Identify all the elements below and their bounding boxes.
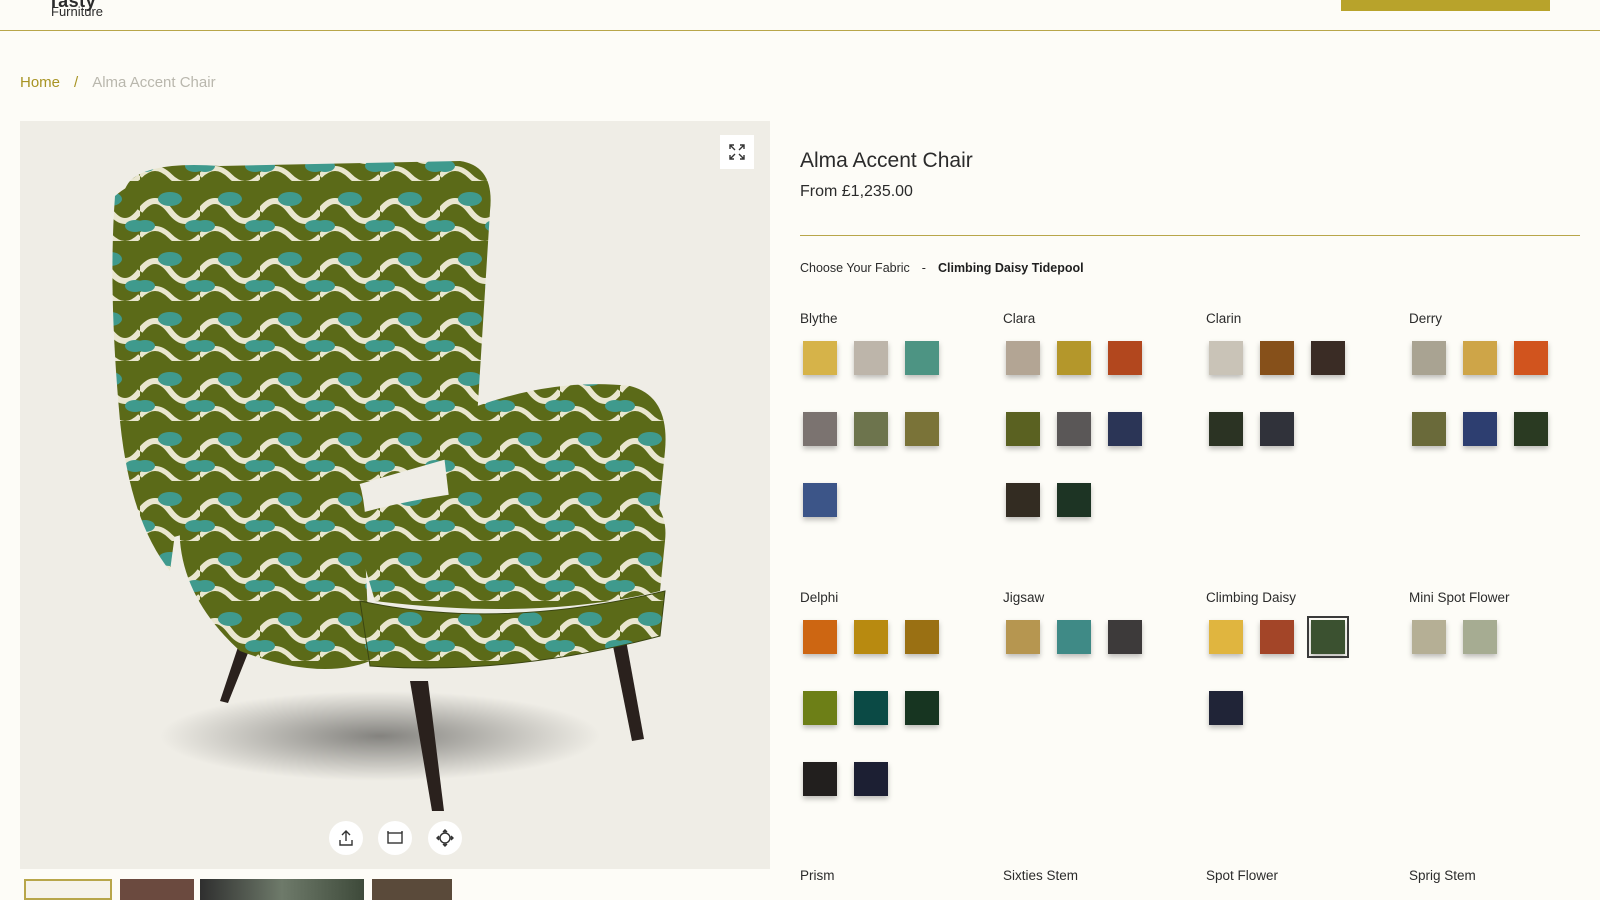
- fabric-selected-name: Climbing Daisy Tidepool: [937, 261, 1084, 275]
- fabric-swatch[interactable]: [854, 691, 888, 725]
- fabric-group-name: Mini Spot Flower: [1409, 590, 1510, 605]
- expand-icon: [729, 144, 745, 160]
- info-divider: [800, 235, 1580, 236]
- fabric-group-name: Climbing Daisy: [1206, 590, 1297, 605]
- fabric-selection-line: Choose Your Fabric - Climbing Daisy Tidepo…: [800, 261, 1084, 275]
- fabric-swatch[interactable]: [1209, 620, 1243, 654]
- fabric-swatch[interactable]: [1412, 412, 1446, 446]
- fabric-swatch[interactable]: [1006, 341, 1040, 375]
- logo-sub-text[interactable]: Furniture: [51, 4, 103, 19]
- breadcrumb-current: Alma Accent Chair: [92, 74, 216, 91]
- fabric-group: Mini Spot Flower: [1409, 590, 1600, 654]
- fabric-group: Climbing Daisy: [1206, 590, 1406, 725]
- view-3d-button[interactable]: [428, 821, 462, 855]
- fabric-group: Derry: [1409, 311, 1600, 446]
- fabric-swatch[interactable]: [1260, 412, 1294, 446]
- fabric-swatch[interactable]: [1108, 412, 1142, 446]
- top-header: Tasty Furniture: [0, 0, 1600, 31]
- fabric-swatch[interactable]: [1057, 620, 1091, 654]
- fabric-swatch[interactable]: [1057, 341, 1091, 375]
- fabric-group-name: Derry: [1409, 311, 1442, 326]
- fabric-swatch[interactable]: [803, 483, 837, 517]
- fabric-swatch[interactable]: [905, 412, 939, 446]
- fabric-swatch[interactable]: [1209, 341, 1243, 375]
- fabric-swatch[interactable]: [1209, 412, 1243, 446]
- thumbnail-1[interactable]: [24, 879, 112, 900]
- fabric-group: Jigsaw: [1003, 590, 1203, 654]
- fabric-swatch[interactable]: [1108, 620, 1142, 654]
- fabric-swatch[interactable]: [905, 620, 939, 654]
- fabric-swatch[interactable]: [854, 341, 888, 375]
- dimensions-button[interactable]: [378, 821, 412, 855]
- fabric-swatch[interactable]: [1463, 412, 1497, 446]
- breadcrumb: Home / Alma Accent Chair: [20, 74, 216, 91]
- fabric-swatch[interactable]: [1514, 341, 1548, 375]
- fabric-swatch[interactable]: [1260, 341, 1294, 375]
- share-button[interactable]: [329, 821, 363, 855]
- fabric-swatch[interactable]: [1514, 412, 1548, 446]
- thumbnail-2[interactable]: [120, 879, 194, 900]
- fabric-swatch[interactable]: [854, 762, 888, 796]
- fabric-swatch[interactable]: [1311, 341, 1345, 375]
- fabric-group: Sprig Stem: [1409, 868, 1600, 883]
- fabric-swatch[interactable]: [803, 341, 837, 375]
- fabric-group-name: Clara: [1003, 311, 1036, 326]
- breadcrumb-home-link[interactable]: Home: [20, 74, 60, 91]
- fabric-group-name: Prism: [800, 868, 835, 883]
- product-title: Alma Accent Chair: [800, 149, 973, 172]
- fabric-swatch[interactable]: [1057, 483, 1091, 517]
- fabric-swatch[interactable]: [803, 762, 837, 796]
- fabric-group-name: Clarin: [1206, 311, 1242, 326]
- product-price: From £1,235.00: [800, 183, 913, 200]
- fabric-swatch[interactable]: [1463, 341, 1497, 375]
- fabric-group-name: Sixties Stem: [1003, 868, 1079, 883]
- fabric-group: Prism: [800, 868, 1000, 883]
- fabric-swatch[interactable]: [1209, 691, 1243, 725]
- fabric-swatch[interactable]: [854, 412, 888, 446]
- fabric-swatch[interactable]: [803, 412, 837, 446]
- fabric-swatch[interactable]: [1412, 341, 1446, 375]
- fabric-swatch[interactable]: [1006, 483, 1040, 517]
- fabric-swatch[interactable]: [1006, 620, 1040, 654]
- fabric-group: Delphi: [800, 590, 1000, 796]
- fabric-group-name: Delphi: [800, 590, 839, 605]
- thumbnail-3[interactable]: [200, 879, 364, 900]
- product-image-viewer[interactable]: [20, 121, 770, 869]
- fabric-swatch[interactable]: [1463, 620, 1497, 654]
- fabric-swatch[interactable]: [1412, 620, 1446, 654]
- product-image-chair: [112, 161, 666, 811]
- fabric-group: Blythe: [800, 311, 1000, 517]
- fabric-group-name: Jigsaw: [1003, 590, 1045, 605]
- fabric-group: Clarin: [1206, 311, 1406, 446]
- fabric-swatch[interactable]: [1260, 620, 1294, 654]
- fabric-separator: -: [921, 261, 926, 275]
- move-3d-icon: [436, 829, 454, 847]
- resize-icon: [387, 831, 403, 844]
- share-icon: [339, 830, 353, 846]
- fabric-swatch[interactable]: [1006, 412, 1040, 446]
- fullscreen-button[interactable]: [720, 135, 754, 169]
- fabric-swatch[interactable]: [1108, 341, 1142, 375]
- fabric-swatch[interactable]: [803, 620, 837, 654]
- thumbnail-4[interactable]: [372, 879, 452, 900]
- fabric-group-name: Sprig Stem: [1409, 868, 1476, 883]
- fabric-group: Sixties Stem: [1003, 868, 1203, 883]
- fabric-group-name: Spot Flower: [1206, 868, 1279, 883]
- fabric-swatch[interactable]: [803, 691, 837, 725]
- fabric-group: Spot Flower: [1206, 868, 1406, 883]
- fabric-swatch[interactable]: [1307, 616, 1349, 658]
- fabric-group-name: Blythe: [800, 311, 838, 326]
- fabric-swatch[interactable]: [905, 691, 939, 725]
- fabric-swatch[interactable]: [854, 620, 888, 654]
- fabric-swatch[interactable]: [1057, 412, 1091, 446]
- fabric-group: Clara: [1003, 311, 1203, 517]
- header-action-button[interactable]: [1341, 0, 1550, 11]
- fabric-swatch[interactable]: [905, 341, 939, 375]
- breadcrumb-separator: /: [74, 74, 79, 91]
- fabric-label: Choose Your Fabric: [800, 261, 910, 275]
